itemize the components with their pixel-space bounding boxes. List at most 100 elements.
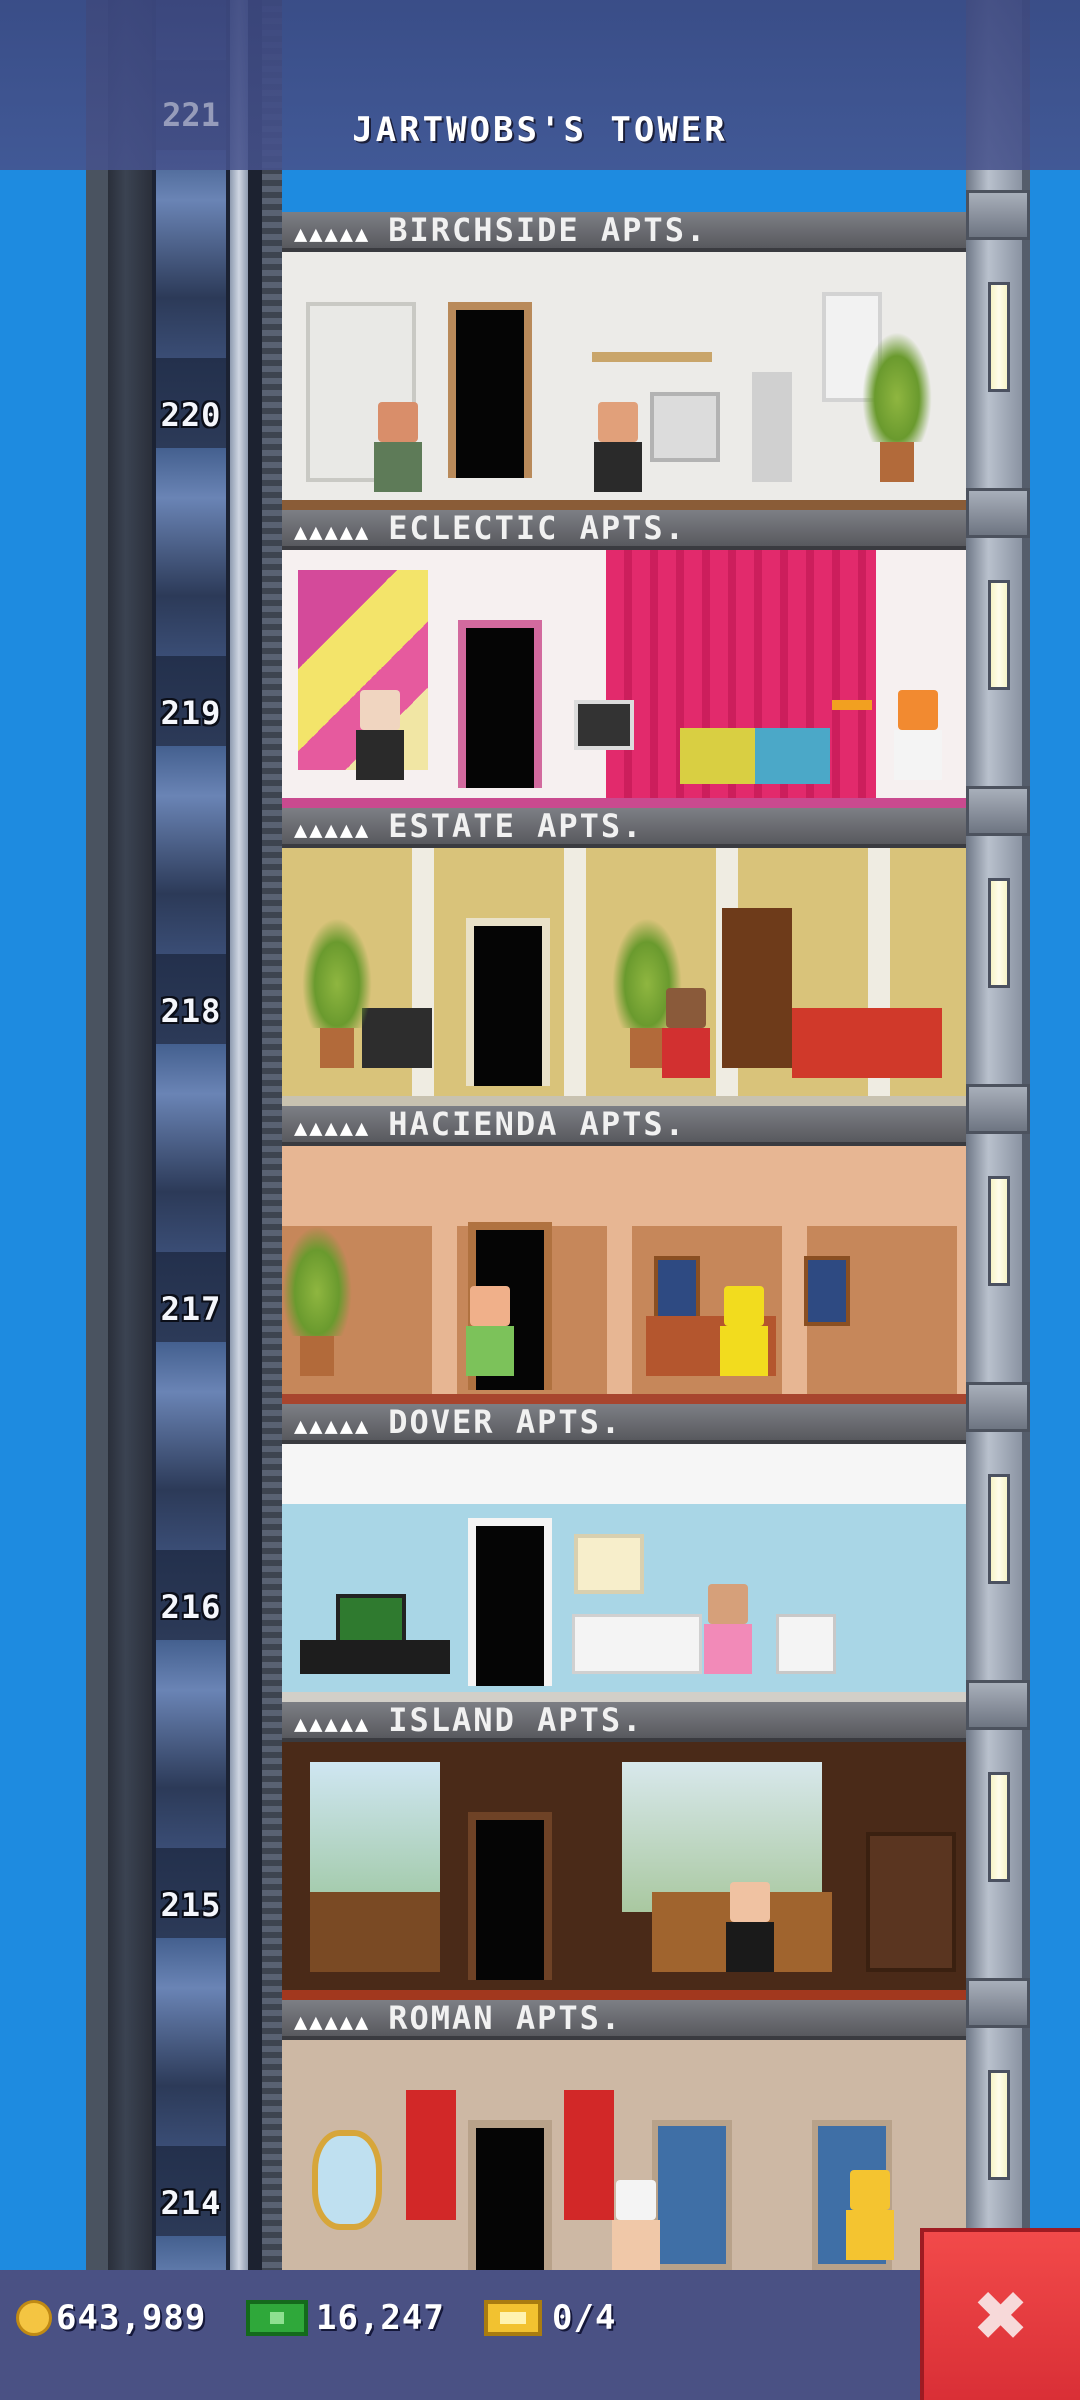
kitchen-counter bbox=[572, 1614, 702, 1674]
apartment-door[interactable] bbox=[468, 2120, 552, 2270]
floor-label: ▲▲▲▲▲ HACIENDA APTS. bbox=[282, 1106, 966, 1146]
banner bbox=[564, 2090, 614, 2220]
floor-roman[interactable]: ▲▲▲▲▲ ROMAN APTS. bbox=[282, 2000, 966, 2270]
floor-lamp bbox=[752, 372, 792, 482]
resident[interactable] bbox=[608, 2180, 664, 2270]
monitor bbox=[336, 1594, 406, 1644]
apartment-door[interactable] bbox=[458, 620, 542, 788]
resident[interactable] bbox=[352, 690, 408, 780]
close-icon: ✖ bbox=[974, 2263, 1030, 2368]
potted-plant bbox=[302, 918, 372, 1068]
floor-stars: ▲▲▲▲▲ bbox=[294, 818, 371, 843]
arc-lamp bbox=[832, 700, 872, 710]
window bbox=[804, 1256, 850, 1326]
tower-right-edge bbox=[1022, 0, 1030, 2270]
resident[interactable] bbox=[842, 2170, 898, 2260]
floor-estate[interactable]: ▲▲▲▲▲ ESTATE APTS. bbox=[282, 808, 966, 1106]
floor-birchside[interactable]: ▲▲▲▲▲ BIRCHSIDE APTS. bbox=[282, 212, 966, 510]
tower-bracket bbox=[966, 1084, 1030, 1134]
floor-stars: ▲▲▲▲▲ bbox=[294, 1414, 371, 1439]
floor-label: ▲▲▲▲▲ BIRCHSIDE APTS. bbox=[282, 212, 966, 252]
resident[interactable] bbox=[716, 1286, 772, 1376]
tower-bracket bbox=[966, 190, 1030, 240]
coins-counter[interactable]: 643,989 bbox=[16, 2292, 206, 2344]
resident[interactable] bbox=[658, 988, 714, 1078]
floor-name: HACIENDA APTS. bbox=[388, 1105, 686, 1143]
room-interior bbox=[282, 252, 966, 510]
tower-window bbox=[988, 282, 1010, 392]
wall-picture bbox=[574, 1534, 644, 1594]
room-interior bbox=[282, 1146, 966, 1404]
tower-header: 221 JARTWOBS'S TOWER bbox=[0, 0, 1080, 170]
tv bbox=[574, 700, 634, 750]
ticket-icon bbox=[484, 2300, 542, 2336]
floor-island[interactable]: ▲▲▲▲▲ ISLAND APTS. bbox=[282, 1702, 966, 2000]
apartment-door[interactable] bbox=[466, 918, 550, 1086]
tower-window bbox=[988, 1772, 1010, 1882]
floor-dover[interactable]: ▲▲▲▲▲ DOVER APTS. bbox=[282, 1404, 966, 1702]
stair-column bbox=[262, 0, 282, 2270]
floor-number: 219 bbox=[160, 694, 222, 732]
apartment-door[interactable] bbox=[448, 302, 532, 478]
window-view bbox=[310, 1762, 440, 1912]
potted-plant bbox=[282, 1226, 352, 1376]
floor-label: ▲▲▲▲▲ ESTATE APTS. bbox=[282, 808, 966, 848]
apartment-door[interactable] bbox=[468, 1812, 552, 1980]
apartment-door[interactable] bbox=[468, 1518, 552, 1686]
floor-number: 218 bbox=[160, 992, 222, 1030]
resident[interactable] bbox=[722, 1882, 778, 1972]
resident[interactable] bbox=[890, 690, 946, 780]
tickets-counter[interactable]: 0/4 bbox=[484, 2292, 616, 2344]
resident[interactable] bbox=[462, 1286, 518, 1376]
floor-hacienda[interactable]: ▲▲▲▲▲ HACIENDA APTS. bbox=[282, 1106, 966, 1404]
floor-number: 215 bbox=[160, 1886, 222, 1924]
potted-palm bbox=[862, 332, 932, 482]
floor-number: 217 bbox=[160, 1290, 222, 1328]
tickets-value: 0/4 bbox=[552, 2298, 617, 2338]
desk bbox=[300, 1640, 450, 1674]
coins-value: 643,989 bbox=[56, 2298, 207, 2338]
tower-bracket bbox=[966, 1680, 1030, 1730]
floor-number: 214 bbox=[160, 2184, 222, 2222]
resident[interactable] bbox=[370, 402, 426, 492]
floor-eclectic[interactable]: ▲▲▲▲▲ ECLECTIC APTS. bbox=[282, 510, 966, 808]
ceiling bbox=[282, 1444, 966, 1504]
resident[interactable] bbox=[590, 402, 646, 492]
tower-bracket bbox=[966, 1382, 1030, 1432]
bux-counter[interactable]: 16,247 bbox=[246, 2292, 445, 2344]
close-button[interactable]: ✖ bbox=[920, 2228, 1080, 2400]
tower-bracket bbox=[966, 488, 1030, 538]
room-interior bbox=[282, 1742, 966, 2000]
shaft-gap bbox=[248, 0, 262, 2270]
room-interior bbox=[282, 2040, 966, 2270]
floor-label: ▲▲▲▲▲ ISLAND APTS. bbox=[282, 1702, 966, 1742]
arched-window bbox=[652, 2120, 732, 2270]
tower-window bbox=[988, 878, 1010, 988]
tower-bracket bbox=[966, 786, 1030, 836]
elevator-shaft[interactable] bbox=[152, 0, 230, 2270]
floor-stars: ▲▲▲▲▲ bbox=[294, 520, 371, 545]
floor-name: BIRCHSIDE APTS. bbox=[388, 211, 708, 249]
mirror bbox=[312, 2130, 382, 2230]
floor-name: ECLECTIC APTS. bbox=[388, 509, 686, 547]
bux-value: 16,247 bbox=[316, 2298, 445, 2338]
coin-icon bbox=[16, 2300, 52, 2336]
tower-window bbox=[988, 1176, 1010, 1286]
room-interior bbox=[282, 848, 966, 1106]
floor-stars: ▲▲▲▲▲ bbox=[294, 1116, 371, 1141]
floor-stars: ▲▲▲▲▲ bbox=[294, 222, 371, 247]
floor-name: ESTATE APTS. bbox=[388, 807, 644, 845]
banner bbox=[406, 2090, 456, 2220]
arches bbox=[282, 1226, 966, 1404]
tower-title[interactable]: JARTWOBS'S TOWER bbox=[0, 110, 1080, 150]
floor-name: DOVER APTS. bbox=[388, 1403, 623, 1441]
telephone-table bbox=[362, 1008, 432, 1068]
floor-name: ISLAND APTS. bbox=[388, 1701, 644, 1739]
floor-number: 220 bbox=[160, 396, 222, 434]
resident[interactable] bbox=[700, 1584, 756, 1674]
bookcase bbox=[722, 908, 792, 1068]
floor-label: ▲▲▲▲▲ ECLECTIC APTS. bbox=[282, 510, 966, 550]
wicker-sofa bbox=[310, 1892, 440, 1972]
red-sofa bbox=[792, 1008, 942, 1078]
tower-outer-wall bbox=[86, 0, 108, 2270]
